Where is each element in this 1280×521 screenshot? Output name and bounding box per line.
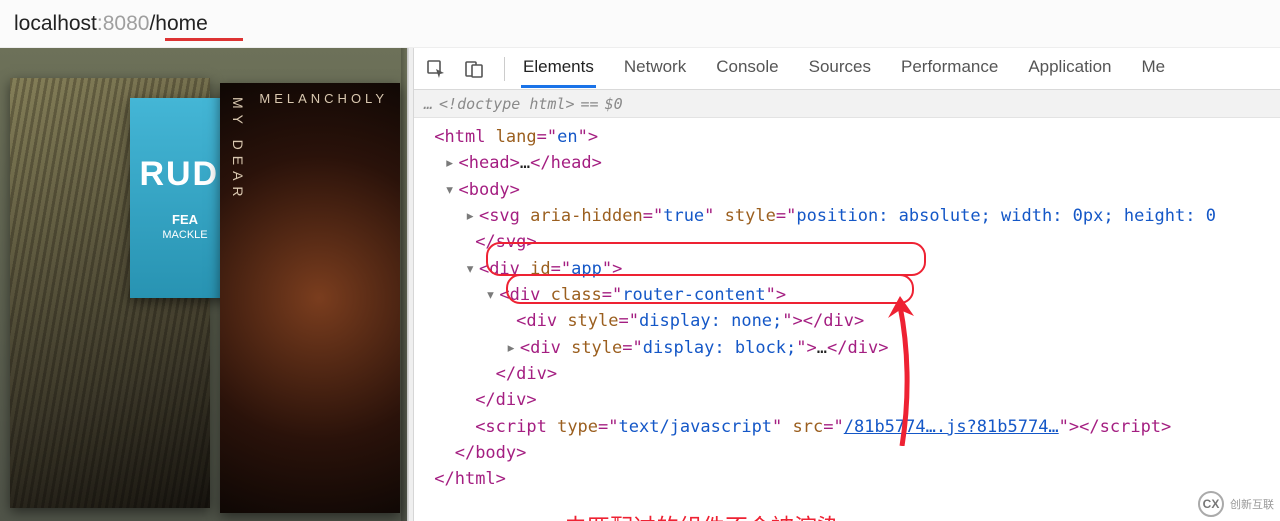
tab-application[interactable]: Application xyxy=(1026,49,1113,88)
dom-line-display-block[interactable]: ▸<div style="display: block;">…</div> xyxy=(424,335,1276,361)
tab-console[interactable]: Console xyxy=(714,49,780,88)
dom-line-router[interactable]: ▾<div class="router-content"> xyxy=(424,282,1276,308)
breadcrumb-eq: == xyxy=(581,95,599,113)
dom-line-display-none[interactable]: <div style="display: none;"></div> xyxy=(424,308,1276,334)
breadcrumb-doctype: <!doctype html> xyxy=(439,95,574,113)
devtools-toolbar: Elements Network Console Sources Perform… xyxy=(414,48,1280,90)
inspect-element-icon[interactable] xyxy=(422,55,450,83)
album3-vertical-text: MY DEAR xyxy=(230,97,246,203)
dom-line-svg-close[interactable]: </svg> xyxy=(424,229,1276,255)
devtools-panel: Elements Network Console Sources Perform… xyxy=(414,48,1280,521)
toggle-device-icon[interactable] xyxy=(460,55,488,83)
main-split: RUDI FEA MACKLE MY DEAR MELANCHOLY Eleme… xyxy=(0,48,1280,521)
dom-line-html-open[interactable]: <html lang="en"> xyxy=(424,124,1276,150)
devtools-breadcrumb[interactable]: … <!doctype html> == $0 xyxy=(414,90,1280,118)
devtools-tabs: Elements Network Console Sources Perform… xyxy=(521,49,1167,88)
watermark: CX 创新互联 xyxy=(1198,491,1274,517)
watermark-logo-icon: CX xyxy=(1198,491,1224,517)
expand-triangle-icon[interactable]: ▸ xyxy=(444,150,458,176)
tab-performance[interactable]: Performance xyxy=(899,49,1000,88)
collapse-triangle-icon[interactable]: ▾ xyxy=(465,256,479,282)
dom-line-app-close[interactable]: </div> xyxy=(424,387,1276,413)
breadcrumb-ellipsis: … xyxy=(424,95,433,113)
breadcrumb-selector: $0 xyxy=(605,95,623,113)
album3-horizontal-text: MELANCHOLY xyxy=(259,91,388,106)
album2-sub1: FEA xyxy=(172,212,198,227)
url-underline-annotation xyxy=(165,38,243,41)
dom-line-html-close[interactable]: </html> xyxy=(424,466,1276,492)
tab-sources[interactable]: Sources xyxy=(807,49,873,88)
expand-triangle-icon[interactable]: ▸ xyxy=(506,335,520,361)
page-preview-pane[interactable]: RUDI FEA MACKLE MY DEAR MELANCHOLY xyxy=(0,48,408,521)
url-host: localhost xyxy=(14,12,97,36)
dom-line-script[interactable]: <script type="text/javascript" src="/81b… xyxy=(424,414,1276,440)
url-port: :8080 xyxy=(97,12,150,36)
dom-line-body-close[interactable]: </body> xyxy=(424,440,1276,466)
dom-line-head[interactable]: ▸<head>…</head> xyxy=(424,150,1276,176)
dom-line-app[interactable]: ▾<div id="app"> xyxy=(424,256,1276,282)
url-path: /home xyxy=(149,12,207,36)
tab-elements[interactable]: Elements xyxy=(521,49,596,88)
tab-network[interactable]: Network xyxy=(622,49,688,88)
collapse-triangle-icon[interactable]: ▾ xyxy=(485,282,499,308)
elements-dom-tree[interactable]: <html lang="en"> ▸<head>…</head> ▾<body>… xyxy=(414,118,1280,521)
album-cover-3[interactable]: MY DEAR MELANCHOLY xyxy=(220,83,400,513)
dom-line-svg[interactable]: ▸<svg aria-hidden="true" style="position… xyxy=(424,203,1276,229)
album2-title: RUDI xyxy=(139,155,230,194)
dom-line-body-open[interactable]: ▾<body> xyxy=(424,177,1276,203)
toolbar-divider xyxy=(504,57,505,81)
expand-triangle-icon[interactable]: ▸ xyxy=(465,203,479,229)
collapse-triangle-icon[interactable]: ▾ xyxy=(444,177,458,203)
annotation-text: 未匹配过的组件不会被渲染 xyxy=(564,510,840,521)
album2-sub2: MACKLE xyxy=(162,229,207,241)
tab-more[interactable]: Me xyxy=(1139,49,1167,88)
watermark-text: 创新互联 xyxy=(1230,496,1274,512)
dom-line-router-close[interactable]: </div> xyxy=(424,361,1276,387)
